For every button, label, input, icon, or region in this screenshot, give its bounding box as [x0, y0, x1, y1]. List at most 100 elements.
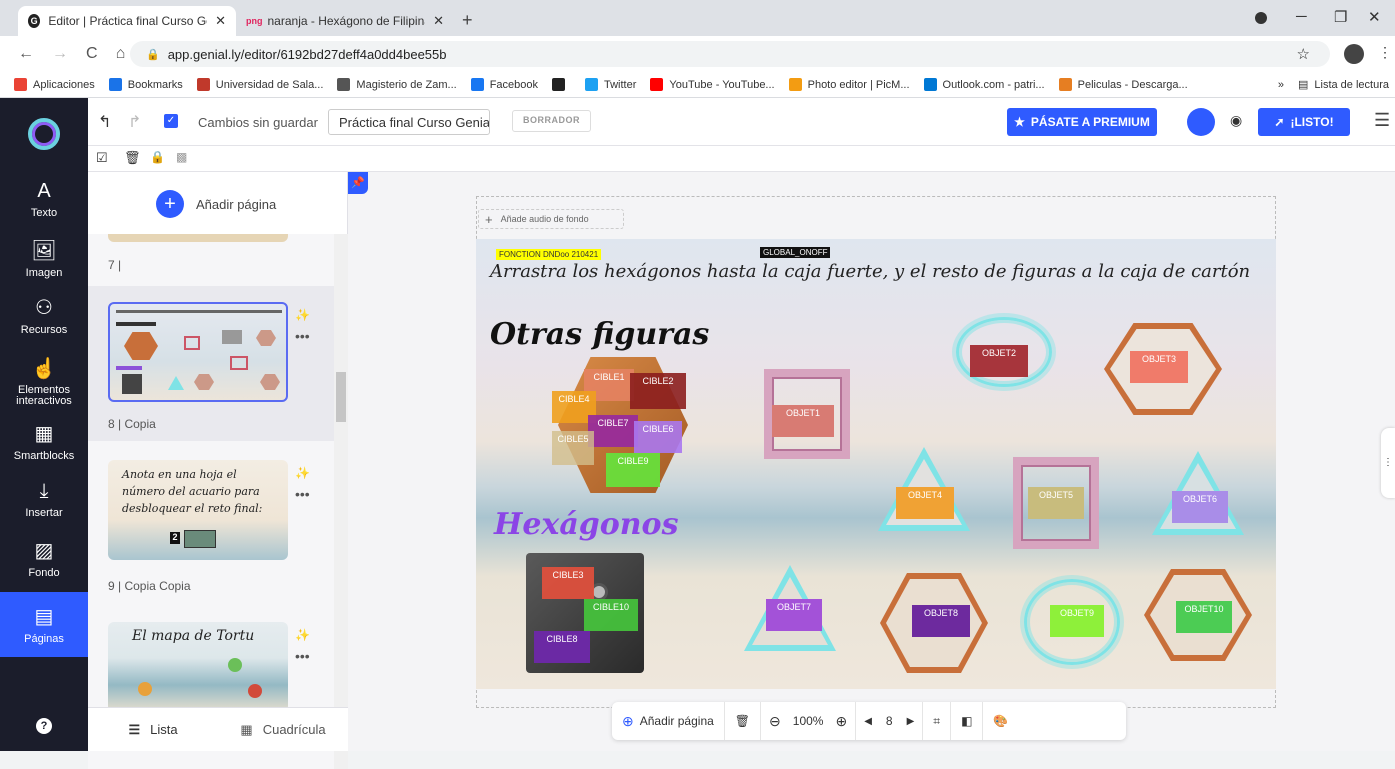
bookmark-item[interactable]: Bookmarks	[108, 78, 183, 91]
objet-10[interactable]: OBJET10	[1176, 601, 1232, 633]
objet-1[interactable]: OBJET1	[772, 405, 834, 437]
reload-icon[interactable]: C	[86, 45, 98, 63]
add-audio-button[interactable]: + Añade audio de fondo	[478, 209, 624, 229]
collaborators-icon[interactable]	[1187, 108, 1215, 136]
more-options-icon[interactable]: •••	[295, 328, 310, 344]
page-thumbnail-8[interactable]	[108, 302, 288, 402]
cible-6[interactable]: CIBLE6	[634, 421, 682, 453]
next-page-icon[interactable]: ▶	[907, 716, 915, 727]
checkbox-icon[interactable]: ✓	[164, 114, 178, 128]
undo-icon[interactable]: ↰	[98, 112, 111, 132]
genially-logo[interactable]	[28, 118, 60, 150]
reading-list-button[interactable]: ▤ Lista de lectura	[1298, 78, 1389, 92]
title-input[interactable]: Práctica final Curso Genial	[328, 109, 490, 135]
objet-9[interactable]: OBJET9	[1050, 605, 1104, 637]
transparency-icon[interactable]: ▩	[176, 150, 187, 164]
bookmark-item[interactable]: Twitter	[585, 78, 636, 91]
objet-3[interactable]: OBJET3	[1130, 351, 1188, 383]
preview-eye-icon[interactable]: ◉	[1230, 112, 1242, 129]
sidebar-item-label: Insertar	[25, 507, 63, 519]
sidebar-item-páginas[interactable]: ▤ Páginas	[0, 592, 88, 657]
avatar[interactable]	[1344, 44, 1364, 64]
page-thumbnail-9[interactable]: Anota en una hoja el número del acuario …	[108, 460, 288, 560]
close-icon[interactable]: ✕	[425, 13, 444, 29]
bookmark-item[interactable]	[552, 78, 571, 91]
bookmark-item[interactable]: Facebook	[470, 78, 538, 91]
minimize-icon[interactable]: ─	[1296, 8, 1307, 25]
more-options-icon[interactable]: •••	[295, 486, 310, 502]
prev-page-icon[interactable]: ◀	[864, 716, 872, 727]
split-view-button[interactable]: ◧	[951, 702, 984, 740]
menu-dots-icon[interactable]: ⋮	[1378, 44, 1392, 61]
page-thumbnail-10[interactable]: El mapa de Tortu	[108, 622, 288, 712]
close-icon[interactable]: ✕	[207, 13, 226, 29]
objet-8[interactable]: OBJET8	[912, 605, 970, 637]
more-options-icon[interactable]: •••	[295, 648, 310, 664]
back-icon[interactable]: ←	[18, 45, 34, 63]
side-panel-handle[interactable]: ⋮	[1381, 428, 1395, 498]
sidebar-item-texto[interactable]: A Texto	[0, 180, 88, 219]
list-tab[interactable]: ☰ Lista	[88, 708, 218, 751]
calendar-check-icon[interactable]: ☑	[96, 150, 108, 166]
sidebar-item-imagen[interactable]: 🖼 Imagen	[0, 238, 88, 279]
bookmark-item[interactable]: YouTube - YouTube...	[650, 78, 775, 91]
maximize-icon[interactable]: ❐	[1334, 8, 1347, 26]
bookmark-item[interactable]: Peliculas - Descarga...	[1058, 78, 1188, 91]
forward-icon[interactable]: →	[52, 45, 68, 63]
trash-icon[interactable]: 🗑	[124, 150, 141, 166]
cible-7[interactable]: CIBLE7	[588, 415, 638, 447]
bottom-delete-button[interactable]: 🗑	[725, 702, 762, 740]
sidebar-item-insertar[interactable]: ⤓ Insertar	[0, 480, 88, 519]
magic-wand-icon[interactable]: ✨	[295, 308, 310, 322]
add-page-button[interactable]: + Añadir página	[156, 190, 276, 218]
zoom-out-icon[interactable]: ⊖	[769, 713, 781, 730]
cible-5[interactable]: CIBLE5	[552, 431, 594, 465]
page-thumbnail[interactable]	[108, 234, 288, 242]
zoom-in-icon[interactable]: ⊕	[835, 713, 847, 730]
sidebar-item-recursos[interactable]: ⚇ Recursos	[0, 295, 88, 336]
magic-wand-icon[interactable]: ✨	[295, 466, 310, 480]
cible-8[interactable]: CIBLE8	[534, 631, 590, 663]
fit-screen-button[interactable]: ⌗	[923, 702, 952, 740]
objet-6[interactable]: OBJET6	[1172, 491, 1228, 523]
profile-indicator-icon[interactable]	[1255, 12, 1267, 24]
magic-wand-icon[interactable]: ✨	[295, 628, 310, 642]
cible-10[interactable]: CIBLE10	[584, 599, 638, 631]
premium-button[interactable]: ★ PÁSATE A PREMIUM	[1007, 108, 1157, 136]
url-field[interactable]: 🔒 app.genial.ly/editor/6192bd27deff4a0dd…	[130, 41, 1330, 67]
objet-2[interactable]: OBJET2	[970, 345, 1028, 377]
grid-tab[interactable]: ▦ Cuadrícula	[218, 708, 348, 751]
help-icon[interactable]: ?	[36, 718, 52, 734]
bookmark-star-icon[interactable]: ☆	[1297, 45, 1310, 63]
objet-7[interactable]: OBJET7	[766, 599, 822, 631]
global-onoff-tag[interactable]: GLOBAL_ONOFF	[760, 247, 831, 258]
cible-3[interactable]: CIBLE3	[542, 567, 594, 599]
browser-tab-naranja[interactable]: png naranja - Hexágono de Filipinasc ✕	[236, 6, 454, 36]
cible-2[interactable]: CIBLE2	[630, 373, 686, 409]
objet-4[interactable]: OBJET4	[896, 487, 954, 519]
sidebar-item-smartblocks[interactable]: ▦ Smartblocks	[0, 421, 88, 462]
lock-icon[interactable]: 🔒	[150, 150, 165, 164]
bookmark-item[interactable]: Magisterio de Zam...	[337, 78, 457, 91]
objet-5[interactable]: OBJET5	[1028, 487, 1084, 519]
browser-tab-editor[interactable]: G Editor | Práctica final Curso Genia ✕	[18, 6, 236, 36]
pages-scrollbar[interactable]	[334, 234, 348, 769]
bookmark-item[interactable]: Universidad de Sala...	[196, 78, 323, 91]
bookmark-item[interactable]: Photo editor | PicM...	[788, 78, 910, 91]
new-tab-button[interactable]: +	[462, 10, 473, 31]
cible-9[interactable]: CIBLE9	[606, 453, 660, 487]
home-icon[interactable]: ⌂	[116, 45, 126, 63]
palette-button[interactable]: 🎨	[983, 702, 1018, 740]
ready-button[interactable]: ➚ ¡LISTO!	[1258, 108, 1350, 136]
sidebar-item-fondo[interactable]: ▨ Fondo	[0, 538, 88, 579]
bookmarks-overflow[interactable]: »	[1278, 79, 1284, 91]
window-close-icon[interactable]: ✕	[1368, 8, 1381, 26]
bookmark-item[interactable]: Outlook.com - patri...	[923, 78, 1045, 91]
bottom-add-page-button[interactable]: ⊕ Añadir página	[612, 702, 725, 740]
pin-icon[interactable]: 📌	[348, 172, 368, 194]
scrollbar-thumb[interactable]	[336, 372, 346, 422]
redo-icon[interactable]: ↱	[128, 112, 141, 132]
hamburger-menu-icon[interactable]: ☰	[1374, 110, 1390, 131]
bookmark-item[interactable]: Aplicaciones	[14, 78, 95, 91]
sidebar-item-elementos-interactivos[interactable]: ☝ Elementos interactivos	[0, 356, 88, 407]
